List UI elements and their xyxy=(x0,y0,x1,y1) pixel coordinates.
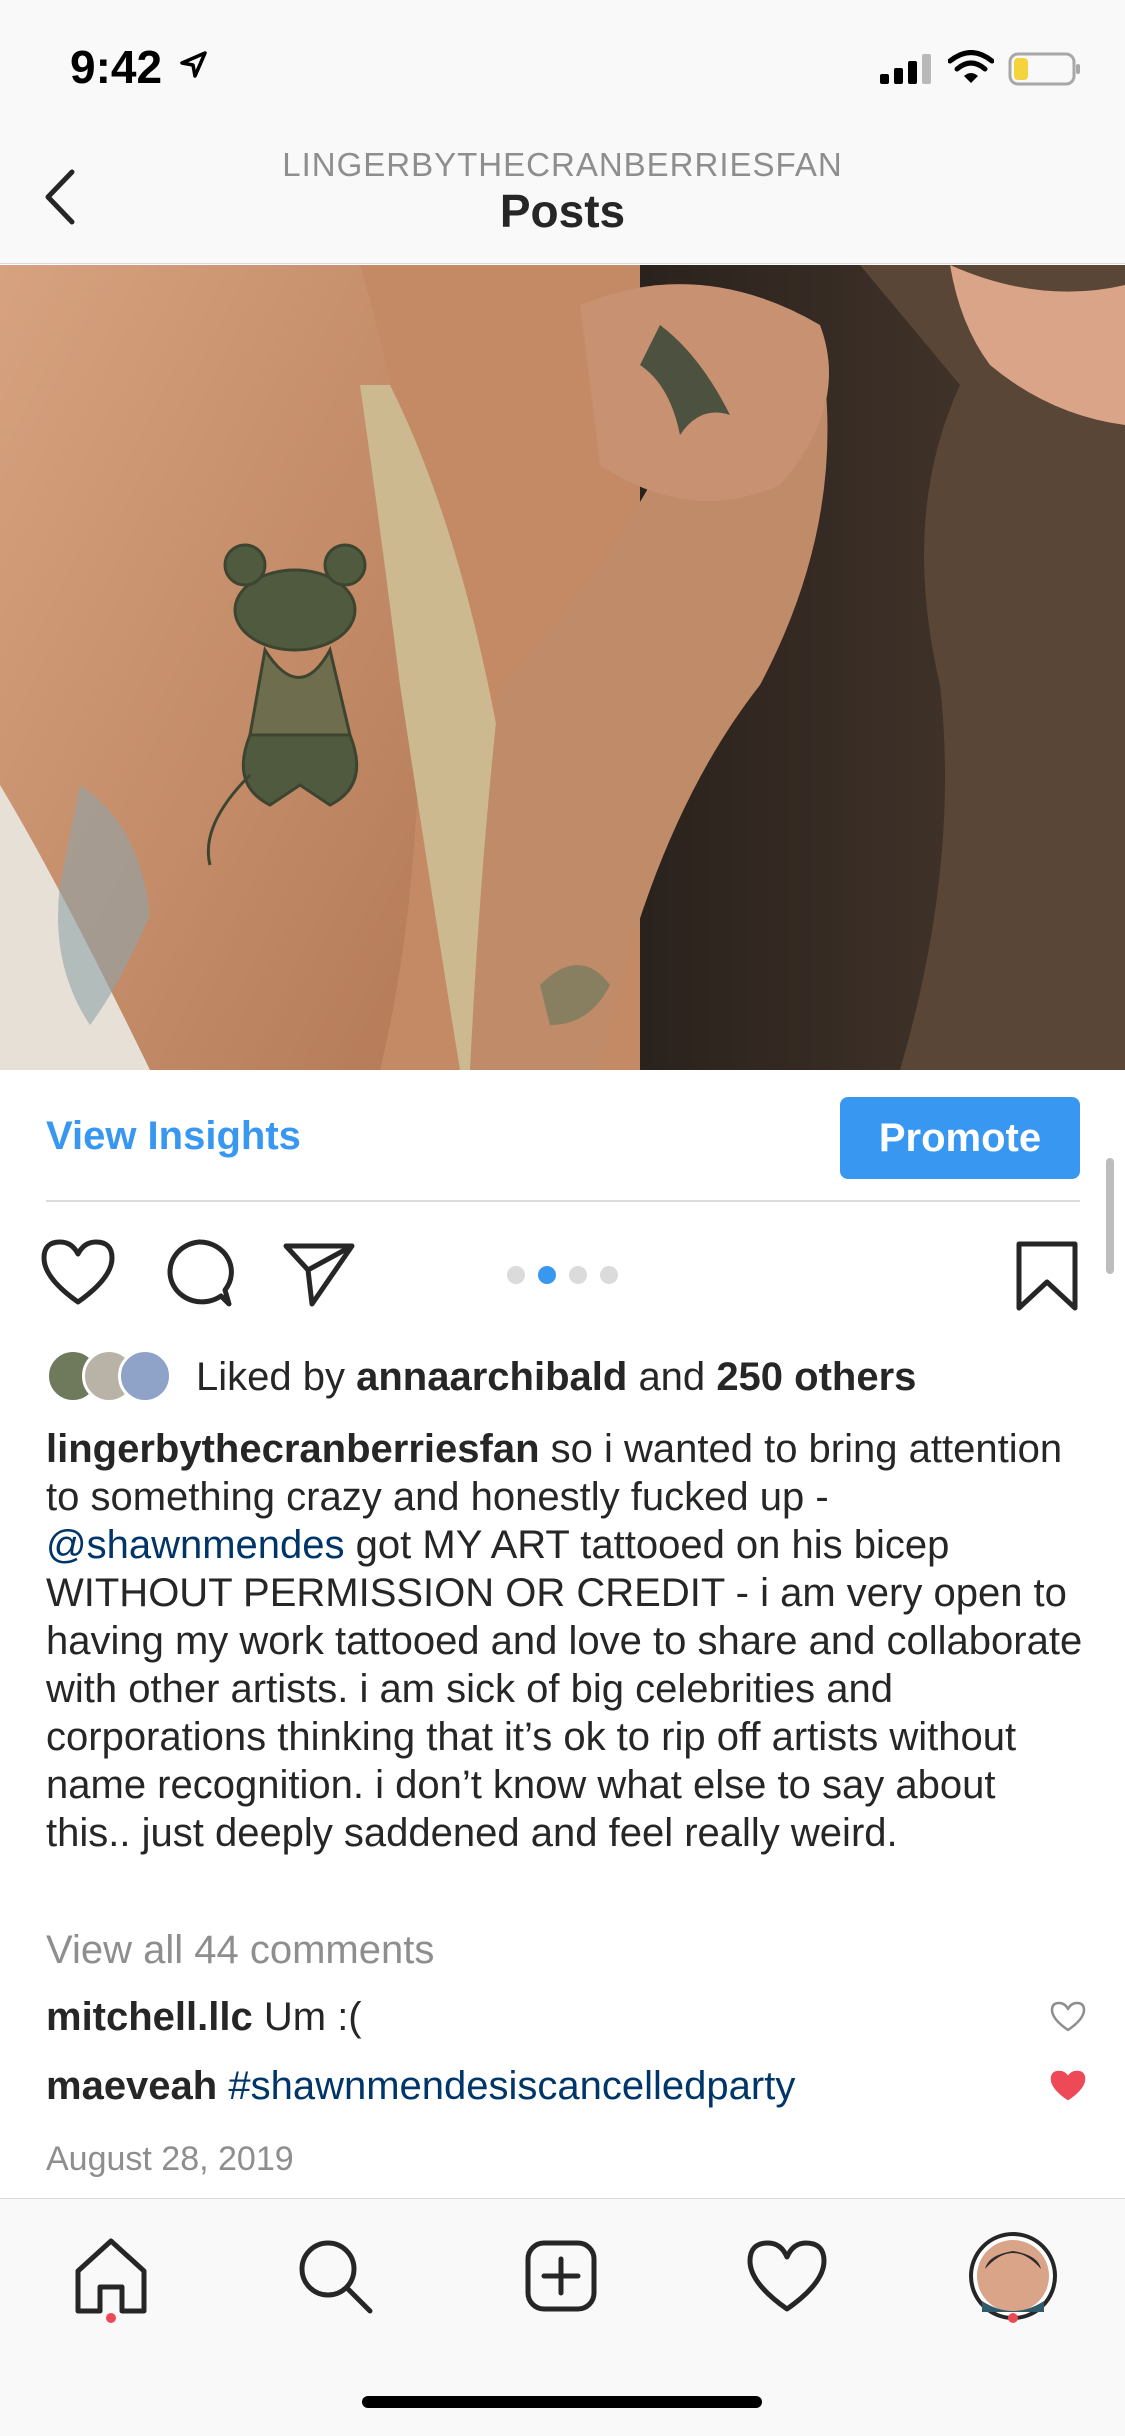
activity-heart-icon[interactable] xyxy=(742,2231,832,2321)
navigation-bar: LINGERBYTHECRANBERRIESFAN Posts xyxy=(0,132,1125,264)
comment-text: Um :( xyxy=(263,1995,362,2039)
liker-avatars[interactable] xyxy=(46,1349,176,1403)
home-notification-dot xyxy=(106,2313,116,2323)
home-icon[interactable] xyxy=(66,2231,156,2321)
share-send-icon[interactable] xyxy=(282,1238,356,1308)
carousel-dot xyxy=(507,1266,525,1284)
save-bookmark-icon[interactable] xyxy=(1015,1240,1079,1312)
caption-username[interactable]: lingerbythecranberriesfan xyxy=(46,1427,540,1471)
promote-button[interactable]: Promote xyxy=(840,1097,1080,1179)
likes-row: Liked by annaarchibald and 250 others xyxy=(46,1345,1086,1407)
profile-username-header: LINGERBYTHECRANBERRIESFAN xyxy=(282,146,843,183)
carousel-dot-active xyxy=(538,1266,556,1284)
profile-avatar-image xyxy=(969,2232,1057,2320)
new-post-icon[interactable] xyxy=(516,2231,606,2321)
cellular-signal-icon xyxy=(880,54,931,84)
search-icon[interactable] xyxy=(290,2231,380,2321)
status-time: 9:42 xyxy=(70,41,163,93)
post-photo[interactable] xyxy=(0,265,1125,1070)
comment-row: mitchell.llc Um :( xyxy=(46,1995,1086,2040)
post-actions xyxy=(0,1230,1125,1320)
status-bar: 9:42 xyxy=(0,0,1125,132)
likes-summary[interactable]: Liked by annaarchibald and 250 others xyxy=(196,1355,916,1400)
post-caption: lingerbythecranberriesfan so i wanted to… xyxy=(46,1425,1086,1857)
insights-row: View Insights Promote xyxy=(46,1070,1080,1202)
likes-middle: and xyxy=(638,1355,706,1399)
like-heart-icon[interactable] xyxy=(40,1238,116,1308)
comment-like-heart-icon[interactable] xyxy=(1050,2001,1086,2033)
carousel-dot xyxy=(569,1266,587,1284)
comment-row: maeveah #shawnmendesiscancelledparty xyxy=(46,2064,1086,2109)
view-all-comments-link[interactable]: View all 44 comments xyxy=(46,1928,434,1973)
caption-mention[interactable]: @shawnmendes xyxy=(46,1523,345,1567)
likes-prefix: Liked by xyxy=(196,1355,345,1399)
location-arrow-icon xyxy=(180,51,207,78)
comment-hashtag[interactable]: #shawnmendesiscancelledparty xyxy=(228,2064,795,2108)
post-date: August 28, 2019 xyxy=(46,2140,294,2178)
caption-text-part-2: got MY ART tattooed on his bicep WITHOUT… xyxy=(46,1523,1083,1855)
likes-others-count[interactable]: 250 others xyxy=(716,1355,916,1399)
comment-liked-heart-icon[interactable] xyxy=(1050,2070,1086,2102)
comment-username[interactable]: mitchell.llc xyxy=(46,1995,253,2039)
wifi-icon xyxy=(948,50,994,83)
comment-bubble-icon[interactable] xyxy=(163,1238,235,1310)
carousel-dots xyxy=(507,1266,619,1286)
page-title: Posts xyxy=(499,185,626,237)
profile-avatar[interactable] xyxy=(968,2231,1058,2321)
battery-icon xyxy=(1008,52,1080,86)
avatar xyxy=(118,1349,172,1403)
post-photo-illustration xyxy=(0,265,1125,1070)
carousel-dot xyxy=(600,1266,618,1284)
view-insights-link[interactable]: View Insights xyxy=(46,1114,301,1159)
liked-by-user[interactable]: annaarchibald xyxy=(356,1355,627,1399)
comment-username[interactable]: maeveah xyxy=(46,2064,217,2108)
profile-notification-dot xyxy=(1008,2313,1018,2323)
home-indicator[interactable] xyxy=(362,2396,762,2408)
